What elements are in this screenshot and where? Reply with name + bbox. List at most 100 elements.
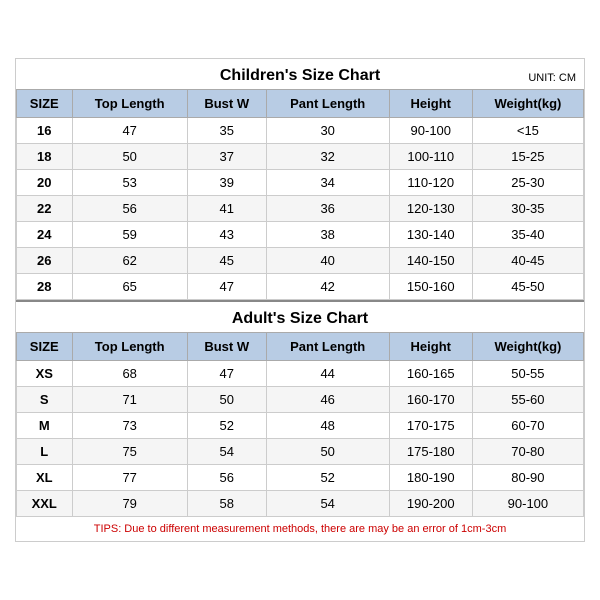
table-cell: 90-100 <box>472 491 583 517</box>
table-row: S715046160-17055-60 <box>17 387 584 413</box>
table-cell: 56 <box>187 465 266 491</box>
table-cell: 54 <box>266 491 389 517</box>
children-table: SIZE Top Length Bust W Pant Length Heigh… <box>16 89 584 300</box>
table-cell: 45-50 <box>472 274 583 300</box>
table-cell: 52 <box>266 465 389 491</box>
table-cell: 59 <box>72 222 187 248</box>
table-row: XS684744160-16550-55 <box>17 361 584 387</box>
adult-col-pant-length: Pant Length <box>266 333 389 361</box>
table-cell: 44 <box>266 361 389 387</box>
col-bust-w: Bust W <box>187 90 266 118</box>
table-cell: 30 <box>266 118 389 144</box>
table-cell: 58 <box>187 491 266 517</box>
col-height: Height <box>389 90 472 118</box>
table-cell: 190-200 <box>389 491 472 517</box>
table-cell: 35 <box>187 118 266 144</box>
table-cell: 75 <box>72 439 187 465</box>
table-cell: 130-140 <box>389 222 472 248</box>
adult-col-top-length: Top Length <box>72 333 187 361</box>
table-cell: 43 <box>187 222 266 248</box>
table-cell: 18 <box>17 144 73 170</box>
table-cell: 53 <box>72 170 187 196</box>
table-cell: 38 <box>266 222 389 248</box>
table-cell: 26 <box>17 248 73 274</box>
unit-label: UNIT: CM <box>528 72 576 84</box>
adult-section-title: Adult's Size Chart <box>16 300 584 332</box>
children-header-row: SIZE Top Length Bust W Pant Length Heigh… <box>17 90 584 118</box>
table-cell: 50 <box>266 439 389 465</box>
table-cell: 22 <box>17 196 73 222</box>
children-table-body: 1647353090-100<1518503732100-11015-25205… <box>17 118 584 300</box>
table-cell: 170-175 <box>389 413 472 439</box>
table-cell: 160-165 <box>389 361 472 387</box>
table-cell: 30-35 <box>472 196 583 222</box>
table-cell: 65 <box>72 274 187 300</box>
table-cell: 46 <box>266 387 389 413</box>
table-row: XL775652180-19080-90 <box>17 465 584 491</box>
table-cell: XS <box>17 361 73 387</box>
table-cell: M <box>17 413 73 439</box>
tips-text: TIPS: Due to different measurement metho… <box>16 517 584 541</box>
table-cell: 47 <box>187 274 266 300</box>
table-cell: 50 <box>187 387 266 413</box>
table-cell: 41 <box>187 196 266 222</box>
col-pant-length: Pant Length <box>266 90 389 118</box>
table-row: 1647353090-100<15 <box>17 118 584 144</box>
table-cell: 35-40 <box>472 222 583 248</box>
table-cell: 56 <box>72 196 187 222</box>
table-cell: 54 <box>187 439 266 465</box>
table-row: L755450175-18070-80 <box>17 439 584 465</box>
adult-col-height: Height <box>389 333 472 361</box>
table-row: 20533934110-12025-30 <box>17 170 584 196</box>
table-cell: 79 <box>72 491 187 517</box>
table-cell: 90-100 <box>389 118 472 144</box>
table-cell: 15-25 <box>472 144 583 170</box>
size-chart-container: Children's Size Chart UNIT: CM SIZE Top … <box>15 58 585 542</box>
table-cell: 47 <box>72 118 187 144</box>
table-cell: 37 <box>187 144 266 170</box>
table-row: 22564136120-13030-35 <box>17 196 584 222</box>
table-cell: 25-30 <box>472 170 583 196</box>
adult-table: SIZE Top Length Bust W Pant Length Heigh… <box>16 332 584 517</box>
table-cell: L <box>17 439 73 465</box>
table-cell: 48 <box>266 413 389 439</box>
table-cell: 68 <box>72 361 187 387</box>
adult-title-text: Adult's Size Chart <box>232 310 368 327</box>
table-cell: 40-45 <box>472 248 583 274</box>
table-cell: S <box>17 387 73 413</box>
table-cell: 47 <box>187 361 266 387</box>
table-cell: 60-70 <box>472 413 583 439</box>
table-cell: 120-130 <box>389 196 472 222</box>
table-cell: 180-190 <box>389 465 472 491</box>
table-cell: 20 <box>17 170 73 196</box>
table-cell: 24 <box>17 222 73 248</box>
table-cell: 175-180 <box>389 439 472 465</box>
table-cell: 50-55 <box>472 361 583 387</box>
table-cell: 52 <box>187 413 266 439</box>
table-cell: 45 <box>187 248 266 274</box>
col-size: SIZE <box>17 90 73 118</box>
table-cell: 73 <box>72 413 187 439</box>
children-section-title: Children's Size Chart UNIT: CM <box>16 59 584 89</box>
table-cell: 110-120 <box>389 170 472 196</box>
table-cell: 140-150 <box>389 248 472 274</box>
table-cell: 55-60 <box>472 387 583 413</box>
table-cell: 16 <box>17 118 73 144</box>
adult-col-bust-w: Bust W <box>187 333 266 361</box>
table-cell: 70-80 <box>472 439 583 465</box>
col-top-length: Top Length <box>72 90 187 118</box>
table-cell: XXL <box>17 491 73 517</box>
table-cell: 150-160 <box>389 274 472 300</box>
children-title-text: Children's Size Chart <box>220 67 380 84</box>
table-cell: 62 <box>72 248 187 274</box>
table-cell: 40 <box>266 248 389 274</box>
table-row: XXL795854190-20090-100 <box>17 491 584 517</box>
adult-col-size: SIZE <box>17 333 73 361</box>
table-row: 28654742150-16045-50 <box>17 274 584 300</box>
adult-header-row: SIZE Top Length Bust W Pant Length Heigh… <box>17 333 584 361</box>
table-cell: 80-90 <box>472 465 583 491</box>
table-cell: <15 <box>472 118 583 144</box>
table-cell: 100-110 <box>389 144 472 170</box>
table-cell: 160-170 <box>389 387 472 413</box>
table-cell: 28 <box>17 274 73 300</box>
